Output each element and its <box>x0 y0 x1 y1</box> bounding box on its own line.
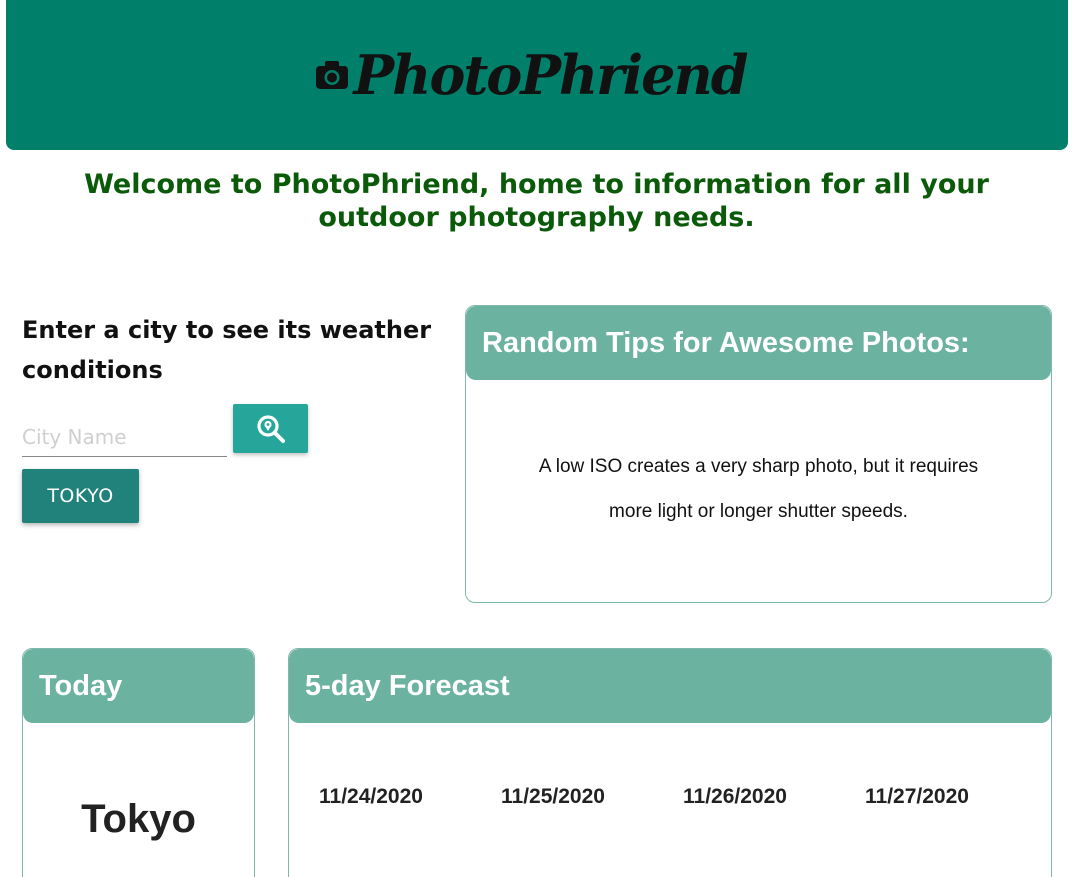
today-card: Today Tokyo <box>22 648 255 877</box>
tip-text: A low ISO creates a very sharp photo, bu… <box>538 456 979 522</box>
forecast-card: 5-day Forecast 11/24/2020 11/25/2020 11/… <box>288 648 1052 877</box>
city-name-input[interactable] <box>22 417 227 457</box>
today-city-name: Tokyo <box>81 797 196 841</box>
tips-card: Random Tips for Awesome Photos: A low IS… <box>465 305 1052 603</box>
search-row <box>22 404 442 457</box>
forecast-title: 5-day Forecast <box>289 649 1051 723</box>
forecast-date: 11/24/2020 <box>319 785 423 808</box>
search-location-icon <box>256 414 285 443</box>
search-button[interactable] <box>233 404 308 453</box>
tips-title: Random Tips for Awesome Photos: <box>466 306 1051 380</box>
forecast-date: 11/26/2020 <box>683 785 787 808</box>
today-title: Today <box>23 649 254 723</box>
camera-icon <box>316 61 349 89</box>
forecast-date: 11/27/2020 <box>865 785 969 808</box>
search-heading: Enter a city to see its weather conditio… <box>22 316 432 384</box>
welcome-message: Welcome to PhotoPhriend, home to informa… <box>84 169 989 233</box>
brand-logo[interactable]: PhotoPhriend <box>315 43 749 107</box>
saved-city-button[interactable]: TOKYO <box>22 469 139 523</box>
site-header: PhotoPhriend <box>6 0 1068 150</box>
forecast-dates: 11/24/2020 11/25/2020 11/26/2020 11/27/2… <box>289 785 1051 809</box>
forecast-date: 11/25/2020 <box>501 785 605 808</box>
city-search-panel: Enter a city to see its weather conditio… <box>22 310 442 523</box>
brand-name: PhotoPhriend <box>353 43 748 107</box>
